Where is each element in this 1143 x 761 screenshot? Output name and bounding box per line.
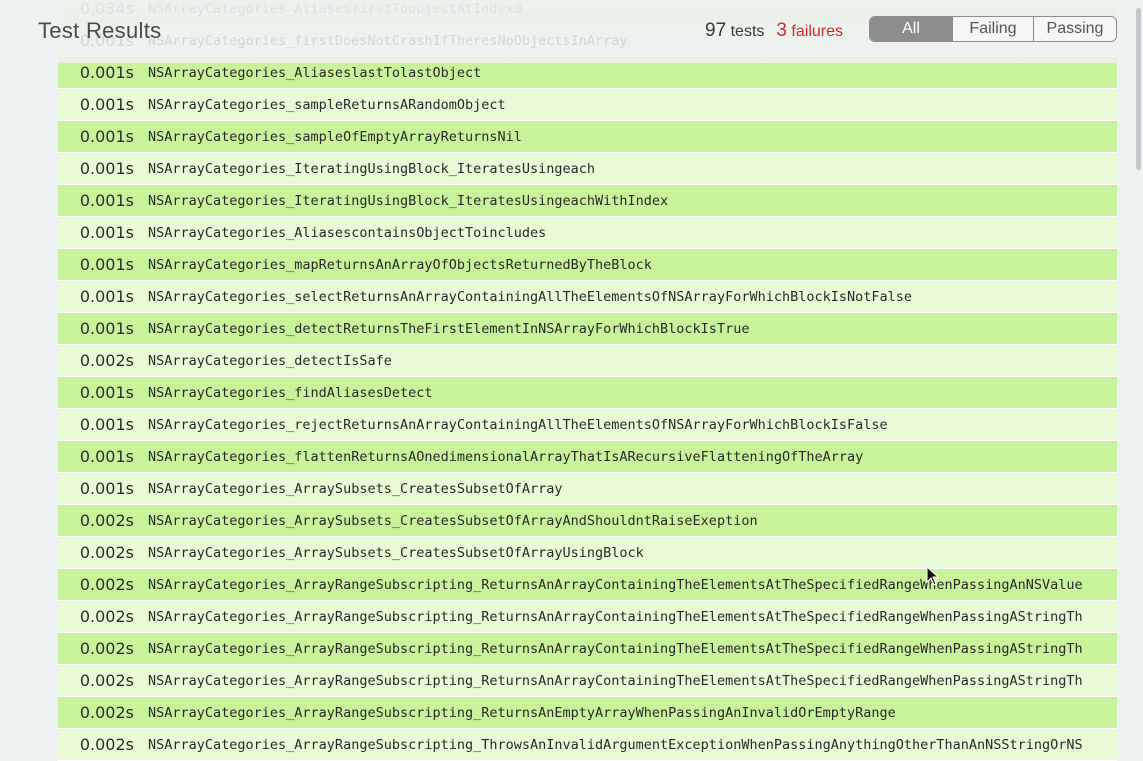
test-row[interactable]: 0.002s NSArrayCategories_ArrayRangeSubscr… [58, 601, 1117, 633]
test-row[interactable]: 0.001s NSArrayCategories_mapReturnsAnArra… [58, 249, 1117, 281]
test-row[interactable]: 0.002s NSArrayCategories_ArrayRangeSubscr… [58, 729, 1117, 761]
test-name: NSArrayCategories_IteratingUsingBlock_It… [148, 161, 596, 177]
test-row[interactable]: 0.001s NSArrayCategories_sampleOfEmptyArr… [58, 121, 1117, 153]
failures-total[interactable]: 3 failures [776, 20, 843, 41]
test-name: NSArrayCategories_ArraySubsets_CreatesSu… [148, 481, 563, 497]
test-duration: 0.002s [79, 543, 134, 562]
test-duration: 0.002s [79, 511, 134, 530]
test-results-list: 0.034sNSArrayCategories_AliasesfirstToob… [58, 0, 1117, 761]
test-duration: 0.001s [79, 383, 134, 402]
test-duration: 0.001s [79, 191, 134, 210]
test-name: NSArrayCategories_detectReturnsTheFirstE… [148, 321, 750, 337]
test-row[interactable]: 0.002s NSArrayCategories_ArraySubsets_Cre… [58, 537, 1117, 569]
test-row[interactable]: 0.001s NSArrayCategories_rejectReturnsAnA… [58, 409, 1117, 441]
test-duration: 0.001s [79, 127, 134, 146]
test-name: NSArrayCategories_AliasescontainsObjectT… [148, 225, 547, 241]
test-row[interactable]: 0.002s NSArrayCategories_ArrayRangeSubscr… [58, 633, 1117, 665]
test-duration: 0.001s [79, 223, 134, 242]
test-name: NSArrayCategories_ArraySubsets_CreatesSu… [148, 513, 758, 529]
test-row[interactable]: 0.001s NSArrayCategories_IteratingUsingBl… [58, 185, 1117, 217]
test-name: NSArrayCategories_ArrayRangeSubscripting… [148, 673, 1083, 689]
test-duration: 0.001s [79, 319, 134, 338]
test-duration: 0.001s [79, 479, 134, 498]
test-name: NSArrayCategories_IteratingUsingBlock_It… [148, 193, 669, 209]
test-duration: 0.001s [79, 159, 134, 178]
test-row[interactable]: 0.001s NSArrayCategories_selectReturnsAnA… [58, 281, 1117, 313]
filter-segmented-control: All Failing Passing [869, 16, 1117, 42]
test-row[interactable]: 0.001s NSArrayCategories_IteratingUsingBl… [58, 153, 1117, 185]
test-duration: 0.001s [79, 287, 134, 306]
test-row[interactable]: 0.001s NSArrayCategories_ArraySubsets_Cre… [58, 473, 1117, 505]
test-summary: 97 tests 3 failures [705, 20, 843, 42]
test-duration: 0.002s [79, 351, 134, 370]
test-name: NSArrayCategories_rejectReturnsAnArrayCo… [148, 417, 888, 433]
failures-label: failures [791, 23, 843, 40]
test-name: NSArrayCategories_sampleOfEmptyArrayRetu… [148, 129, 522, 145]
filter-failing-button[interactable]: Failing [952, 17, 1033, 41]
test-row[interactable]: 0.001s NSArrayCategories_findAliasesDetec… [58, 377, 1117, 409]
test-duration: 0.002s [79, 575, 134, 594]
test-row[interactable]: 0.002s NSArrayCategories_ArrayRangeSubscr… [58, 665, 1117, 697]
test-duration: 0.002s [79, 703, 134, 722]
results-header: Test Results 97 tests 3 failures All Fail… [0, 0, 1143, 63]
test-duration: 0.001s [79, 447, 134, 466]
test-name: NSArrayCategories_mapReturnsAnArrayOfObj… [148, 257, 652, 273]
test-row[interactable]: 0.001s NSArrayCategories_AliasescontainsO… [58, 217, 1117, 249]
filter-passing-button[interactable]: Passing [1033, 17, 1116, 41]
test-row[interactable]: 0.001s NSArrayCategories_sampleReturnsARa… [58, 89, 1117, 121]
test-duration: 0.002s [79, 671, 134, 690]
test-name: NSArrayCategories_ArrayRangeSubscripting… [148, 609, 1083, 625]
test-row[interactable]: 0.002s NSArrayCategories_detectIsSafe [58, 345, 1117, 377]
test-duration: 0.002s [79, 607, 134, 626]
tests-count: 97 [705, 20, 727, 41]
test-row[interactable]: 0.002s NSArrayCategories_ArrayRangeSubscr… [58, 569, 1117, 601]
test-name: NSArrayCategories_selectReturnsAnArrayCo… [148, 289, 913, 305]
test-duration: 0.001s [79, 95, 134, 114]
test-duration: 0.001s [79, 255, 134, 274]
mouse-pointer-icon [926, 566, 940, 586]
tests-label: tests [730, 23, 765, 40]
tests-total: 97 tests [705, 20, 765, 41]
test-name: NSArrayCategories_sampleReturnsARandomOb… [148, 97, 506, 113]
test-duration: 0.002s [79, 639, 134, 658]
test-name: NSArrayCategories_findAliasesDetect [148, 385, 433, 401]
failures-count: 3 [776, 20, 787, 41]
test-name: NSArrayCategories_ArrayRangeSubscripting… [148, 577, 1083, 593]
test-duration: 0.001s [79, 415, 134, 434]
test-row[interactable]: 0.001s NSArrayCategories_flattenReturnsAO… [58, 441, 1117, 473]
test-row[interactable]: 0.002s NSArrayCategories_ArraySubsets_Cre… [58, 505, 1117, 537]
test-row[interactable]: 0.001s NSArrayCategories_detectReturnsThe… [58, 313, 1117, 345]
test-duration: 0.002s [79, 735, 134, 754]
test-name: NSArrayCategories_ArrayRangeSubscripting… [148, 705, 896, 721]
test-name: NSArrayCategories_flattenReturnsAOnedime… [148, 449, 864, 465]
test-name: NSArrayCategories_ArrayRangeSubscripting… [148, 641, 1083, 657]
page-title: Test Results [38, 18, 162, 43]
vertical-scrollbar[interactable] [1133, 0, 1143, 752]
scrollbar-thumb[interactable] [1136, 8, 1141, 170]
test-name: NSArrayCategories_detectIsSafe [148, 353, 392, 369]
test-row[interactable]: 0.002s NSArrayCategories_ArrayRangeSubscr… [58, 697, 1117, 729]
test-name: NSArrayCategories_ArraySubsets_CreatesSu… [148, 545, 644, 561]
test-name: NSArrayCategories_ArrayRangeSubscripting… [148, 737, 1083, 753]
filter-all-button[interactable]: All [870, 17, 952, 41]
